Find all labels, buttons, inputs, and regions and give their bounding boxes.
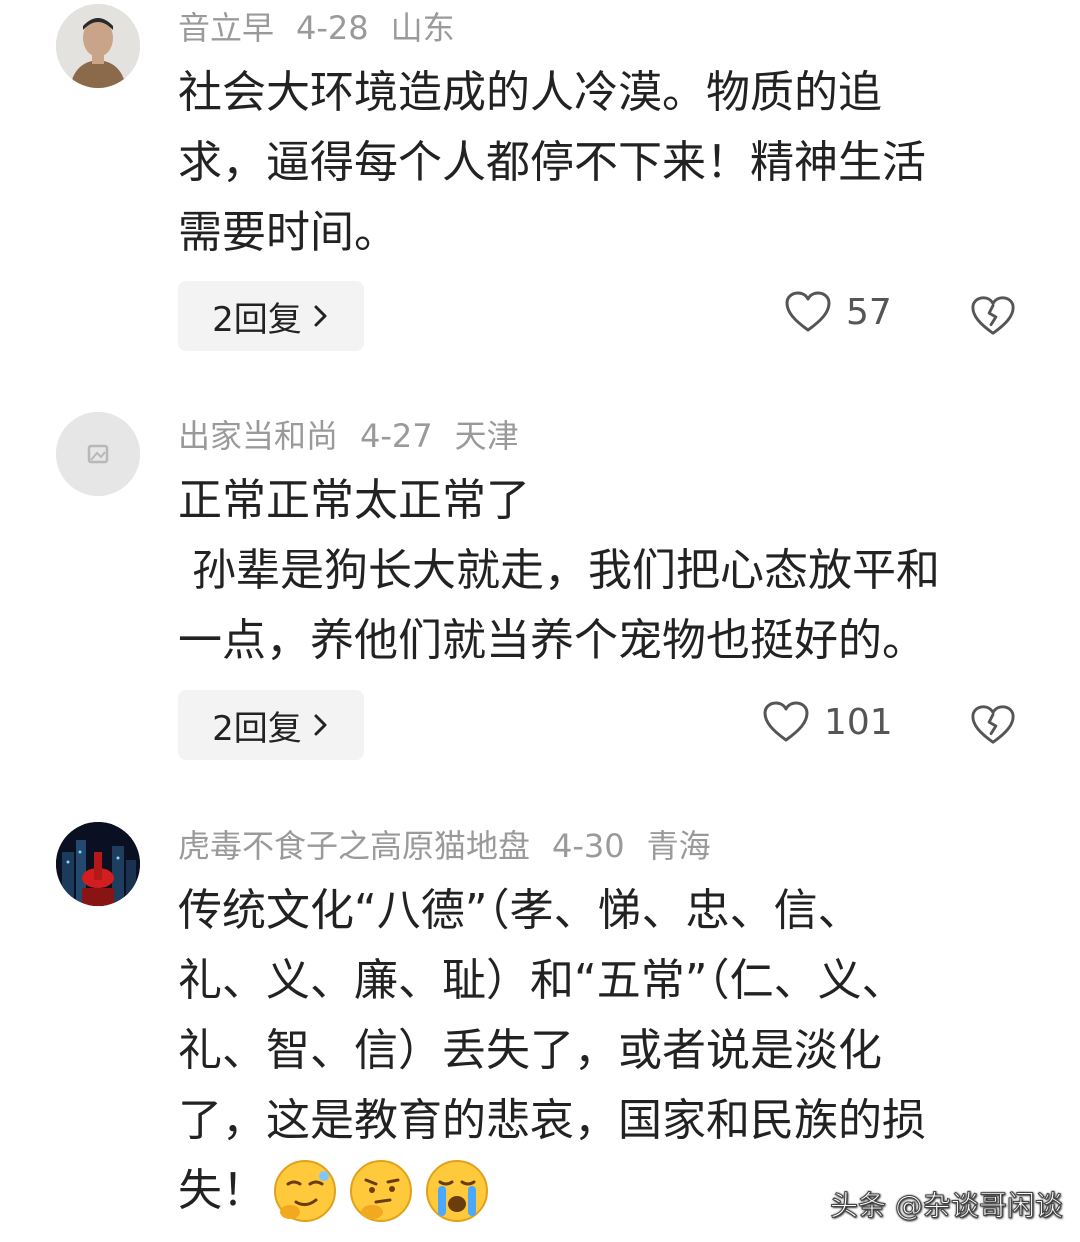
reply-button[interactable]: 2回复: [178, 690, 364, 760]
comment-meta: 虎毒不食子之高原猫地盘 4-30 青海: [178, 824, 733, 868]
watermark: 头条 @杂谈哥闲谈: [830, 1189, 1064, 1223]
chevron-right-icon: [314, 305, 327, 327]
broken-heart-icon[interactable]: [970, 702, 1016, 748]
image-placeholder-icon: [56, 412, 140, 496]
username[interactable]: 出家当和尚: [178, 417, 338, 455]
username[interactable]: 音立早: [178, 9, 274, 47]
comment-meta: 音立早 4-28 山东: [178, 6, 477, 50]
user-avatar[interactable]: [56, 822, 140, 906]
smug-face-emoji-icon: [274, 1160, 336, 1222]
reply-label: 2回复: [212, 299, 302, 340]
comment-meta: 出家当和尚 4-27 天津: [178, 414, 541, 458]
comment-text: 正常正常太正常了 孙辈是狗长大就走，我们把心态放平和 一点，养他们就当养个宠物也…: [178, 475, 940, 666]
like-button[interactable]: 57: [784, 290, 892, 334]
user-avatar[interactable]: [56, 412, 140, 496]
user-avatar[interactable]: [56, 4, 140, 88]
comment-location: 山东: [390, 9, 455, 47]
like-count: 101: [824, 701, 893, 743]
heart-icon: [763, 701, 809, 742]
like-count: 57: [846, 291, 892, 333]
reply-button[interactable]: 2回复: [178, 281, 364, 351]
comment-date: 4-27: [360, 417, 433, 455]
comment-text: 社会大环境造成的人冷漠。物质的追 求，逼得每个人都停不下来！精神生活 需要时间。: [178, 67, 926, 258]
like-button[interactable]: 101: [762, 700, 893, 744]
comment-date: 4-28: [296, 9, 369, 47]
comment-location: 天津: [454, 417, 519, 455]
comment-date: 4-30: [552, 827, 625, 865]
comment-location: 青海: [646, 827, 711, 865]
heart-icon: [785, 291, 831, 332]
reply-label: 2回复: [212, 708, 302, 749]
crying-face-emoji-icon: [426, 1160, 488, 1222]
username[interactable]: 虎毒不食子之高原猫地盘: [178, 827, 530, 865]
thinking-face-emoji-icon: [350, 1160, 412, 1222]
broken-heart-icon[interactable]: [970, 293, 1016, 339]
user-photo-avatar-icon: [56, 4, 140, 88]
city-night-avatar-icon: [56, 822, 140, 906]
emoji-row: [272, 1158, 490, 1224]
chevron-right-icon: [314, 714, 327, 736]
